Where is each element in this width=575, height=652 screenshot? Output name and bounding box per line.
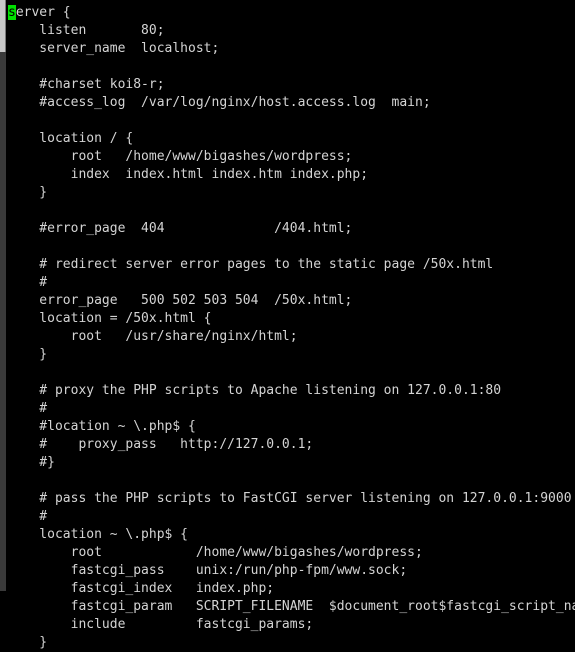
code-line[interactable]: # — [8, 274, 575, 292]
code-text: erver { — [15, 5, 71, 20]
code-line[interactable] — [8, 238, 575, 256]
text-cursor: s — [8, 5, 16, 20]
code-line[interactable]: # — [8, 400, 575, 418]
code-line[interactable]: #} — [8, 454, 575, 472]
code-line[interactable]: # redirect server error pages to the sta… — [8, 256, 575, 274]
code-line[interactable]: fastcgi_index index.php; — [8, 580, 575, 598]
scrollbar-thumb[interactable] — [0, 0, 6, 52]
code-line[interactable] — [8, 112, 575, 130]
code-line[interactable]: #error_page 404 /404.html; — [8, 220, 575, 238]
code-line[interactable]: #location ~ \.php$ { — [8, 418, 575, 436]
code-line[interactable] — [8, 472, 575, 490]
code-line[interactable]: include fastcgi_params; — [8, 616, 575, 634]
code-line[interactable]: server_name localhost; — [8, 40, 575, 58]
code-line[interactable]: index index.html index.htm index.php; — [8, 166, 575, 184]
code-line[interactable]: root /usr/share/nginx/html; — [8, 328, 575, 346]
code-line[interactable]: # — [8, 508, 575, 526]
code-line[interactable]: root /home/www/bigashes/wordpress; — [8, 544, 575, 562]
vertical-scrollbar[interactable] — [0, 0, 6, 591]
code-line[interactable]: fastcgi_pass unix:/run/php-fpm/www.sock; — [8, 562, 575, 580]
code-editor-text-area[interactable]: server { listen 80; server_name localhos… — [8, 4, 575, 652]
code-line[interactable]: #access_log /var/log/nginx/host.access.l… — [8, 94, 575, 112]
code-line[interactable]: listen 80; — [8, 22, 575, 40]
code-line[interactable]: # proxy the PHP scripts to Apache listen… — [8, 382, 575, 400]
code-line[interactable] — [8, 202, 575, 220]
code-line[interactable]: # pass the PHP scripts to FastCGI server… — [8, 490, 575, 508]
code-line[interactable]: fastcgi_param SCRIPT_FILENAME $document_… — [8, 598, 575, 616]
code-line[interactable]: } — [8, 184, 575, 202]
code-line[interactable]: error_page 500 502 503 504 /50x.html; — [8, 292, 575, 310]
code-line[interactable]: location ~ \.php$ { — [8, 526, 575, 544]
code-line[interactable] — [8, 58, 575, 76]
code-line[interactable] — [8, 364, 575, 382]
code-line[interactable]: #charset koi8-r; — [8, 76, 575, 94]
code-line[interactable]: } — [8, 346, 575, 364]
code-line[interactable]: } — [8, 634, 575, 652]
code-line[interactable]: server { — [8, 4, 575, 22]
code-line[interactable]: location = /50x.html { — [8, 310, 575, 328]
code-line[interactable]: root /home/www/bigashes/wordpress; — [8, 148, 575, 166]
code-line[interactable]: location / { — [8, 130, 575, 148]
code-line[interactable]: # proxy_pass http://127.0.0.1; — [8, 436, 575, 454]
terminal-window: server { listen 80; server_name localhos… — [0, 0, 575, 650]
